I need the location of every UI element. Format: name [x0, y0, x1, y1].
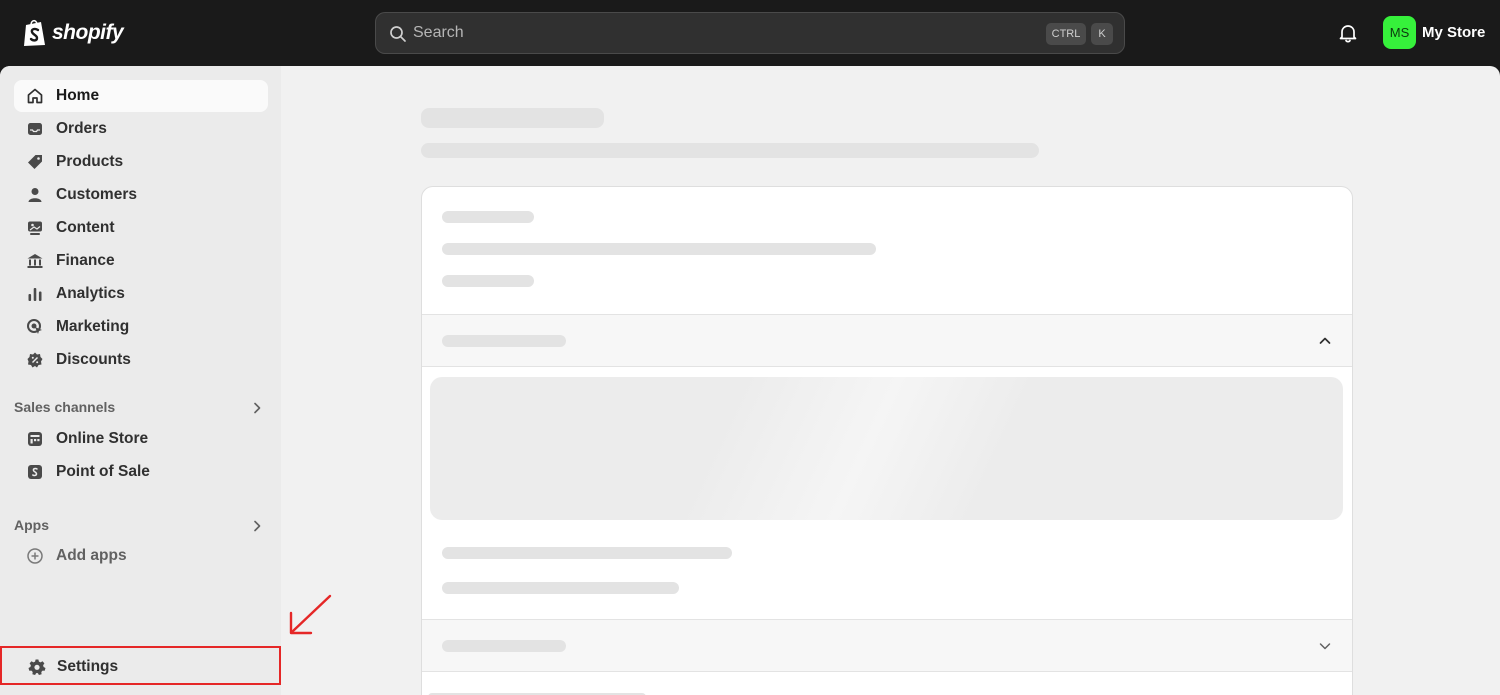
skeleton-line	[442, 640, 566, 652]
sidebar-item-label: Products	[56, 153, 124, 170]
skeleton-collapsible-header[interactable]	[422, 314, 1352, 367]
sidebar-item-online-store[interactable]: Online Store	[14, 423, 268, 455]
skeleton-line	[442, 335, 566, 347]
apps-heading[interactable]: Apps	[14, 517, 49, 533]
store-menu[interactable]: MS My Store	[1383, 16, 1485, 49]
skeleton-line	[442, 243, 876, 255]
person-icon	[28, 188, 42, 202]
home-icon	[27, 88, 43, 104]
shortcut-k-key: K	[1091, 23, 1113, 45]
sidebar-item-products[interactable]: Products	[14, 146, 268, 178]
chevron-down-icon[interactable]	[1318, 639, 1332, 653]
store-avatar: MS	[1383, 16, 1416, 49]
sidebar-item-home[interactable]: Home	[14, 80, 268, 112]
shopify-logo[interactable]: shopify	[22, 17, 124, 49]
search-bar[interactable]: CTRL K	[375, 12, 1125, 54]
bank-icon	[27, 254, 43, 268]
brand-name: shopify	[52, 21, 124, 44]
sidebar-item-label: Discounts	[56, 351, 131, 368]
sidebar-item-settings[interactable]: Settings	[0, 646, 281, 685]
sidebar: Home Orders Products Customers Content F…	[0, 66, 281, 695]
discount-icon	[27, 352, 43, 368]
sidebar-item-marketing[interactable]: Marketing	[14, 311, 268, 343]
sidebar-item-label: Add apps	[56, 547, 127, 564]
search-icon	[390, 26, 406, 42]
skeleton-collapsible-header[interactable]	[422, 619, 1352, 672]
pos-icon	[28, 465, 42, 479]
search-input[interactable]	[413, 13, 1013, 53]
sidebar-item-label: Settings	[57, 658, 119, 675]
chevron-right-icon[interactable]	[250, 519, 264, 533]
annotation-arrow-icon	[289, 594, 332, 635]
sidebar-item-label: Point of Sale	[56, 463, 150, 480]
sidebar-item-label: Online Store	[56, 430, 149, 447]
tag-icon	[28, 155, 42, 169]
store-name: My Store	[1422, 24, 1486, 41]
chevron-up-icon[interactable]	[1318, 334, 1332, 348]
sidebar-item-analytics[interactable]: Analytics	[14, 278, 268, 310]
target-icon	[27, 319, 42, 334]
shortcut-ctrl-key: CTRL	[1046, 23, 1086, 45]
inbox-icon	[28, 123, 42, 135]
sidebar-item-label: Content	[56, 219, 115, 236]
skeleton-line	[442, 211, 534, 223]
skeleton-page-title	[421, 108, 604, 128]
storefront-icon	[28, 432, 42, 446]
sidebar-item-add-apps[interactable]: Add apps	[14, 540, 268, 572]
sidebar-item-label: Customers	[56, 186, 137, 203]
chevron-right-icon[interactable]	[250, 401, 264, 415]
skeleton-line	[442, 547, 732, 559]
sidebar-item-label: Orders	[56, 120, 107, 137]
sidebar-item-label: Finance	[56, 252, 115, 269]
sales-channels-heading[interactable]: Sales channels	[14, 399, 115, 415]
sidebar-item-finance[interactable]: Finance	[14, 245, 268, 277]
skeleton-page-subtitle	[421, 143, 1039, 158]
sidebar-item-customers[interactable]: Customers	[14, 179, 268, 211]
skeleton-card	[421, 186, 1353, 695]
app-frame: Home Orders Products Customers Content F…	[0, 66, 1500, 695]
sidebar-item-content[interactable]: Content	[14, 212, 268, 244]
skeleton-line	[442, 582, 679, 594]
bar-chart-icon	[28, 288, 42, 301]
skeleton-image-placeholder	[430, 377, 1343, 520]
sidebar-item-label: Home	[56, 87, 100, 104]
sidebar-item-point-of-sale[interactable]: Point of Sale	[14, 456, 268, 488]
sidebar-item-orders[interactable]: Orders	[14, 113, 268, 145]
sidebar-item-label: Analytics	[56, 285, 125, 302]
skeleton-line	[442, 275, 534, 287]
sidebar-item-discounts[interactable]: Discounts	[14, 344, 268, 376]
plus-circle-icon	[27, 548, 43, 564]
shopify-bag-icon	[24, 19, 45, 46]
top-bar: shopify CTRL K MS My Store	[0, 0, 1500, 66]
notifications-bell-icon[interactable]	[1336, 21, 1360, 45]
sidebar-item-label: Marketing	[56, 318, 130, 335]
gear-icon	[28, 659, 46, 675]
content-icon	[28, 221, 42, 235]
